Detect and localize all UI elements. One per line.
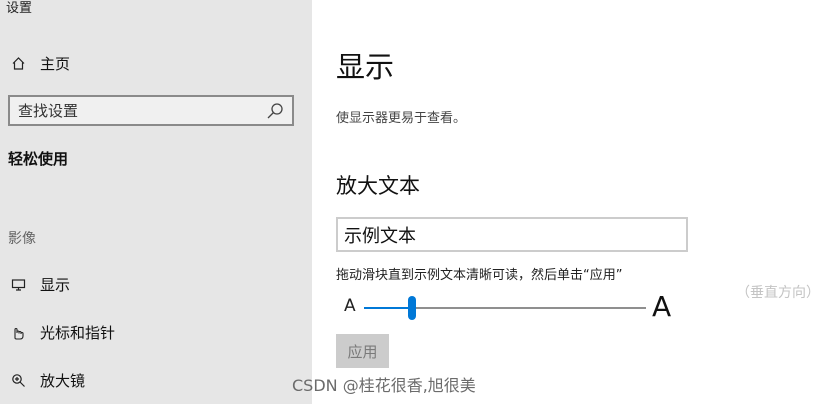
apply-button[interactable]: 应用 (336, 334, 389, 368)
sidebar-item-display[interactable]: 显示 (0, 264, 312, 304)
text-size-slider[interactable] (364, 296, 646, 320)
slider-min-label: A (344, 296, 356, 316)
sidebar-item-label: 放大镜 (40, 371, 86, 390)
cursor-icon (8, 325, 28, 340)
window-title: 设置 (6, 1, 33, 16)
slider-fill (364, 307, 412, 309)
home-icon (8, 56, 28, 71)
main-content: 显示 使显示器更易于查看。 放大文本 示例文本 拖动滑块直到示例文本清晰可读，然… (312, 0, 839, 404)
sample-text-box: 示例文本 (336, 217, 688, 252)
section-title-enlarge-text: 放大文本 (336, 174, 420, 198)
sidebar: 设置 主页 轻松使用 影像 显示 光标和指针 放大镜 (0, 0, 312, 404)
slider-thumb[interactable] (407, 296, 416, 320)
search-field[interactable] (8, 95, 294, 126)
search-icon[interactable] (264, 100, 286, 122)
sidebar-item-label: 主页 (40, 54, 71, 73)
page-description: 使显示器更易于查看。 (336, 111, 467, 126)
sidebar-item-magnifier[interactable]: 放大镜 (0, 360, 312, 400)
sidebar-item-label: 显示 (40, 275, 71, 294)
monitor-icon (8, 277, 28, 292)
sidebar-item-cursor[interactable]: 光标和指针 (0, 312, 312, 352)
section-heading: 轻松使用 (8, 150, 69, 168)
group-label: 影像 (8, 231, 36, 247)
vertical-note: （垂直方向） (736, 285, 820, 301)
slider-max-label: A (652, 290, 672, 323)
instruction-text: 拖动滑块直到示例文本清晰可读，然后单击“应用” (336, 268, 623, 283)
page-title: 显示 (336, 50, 395, 84)
watermark: CSDN @桂花很香,旭很美 (292, 376, 476, 395)
sidebar-item-label: 光标和指针 (40, 323, 116, 342)
magnifier-icon (8, 373, 28, 388)
search-input[interactable] (10, 101, 264, 120)
sidebar-item-home[interactable]: 主页 (0, 43, 312, 83)
